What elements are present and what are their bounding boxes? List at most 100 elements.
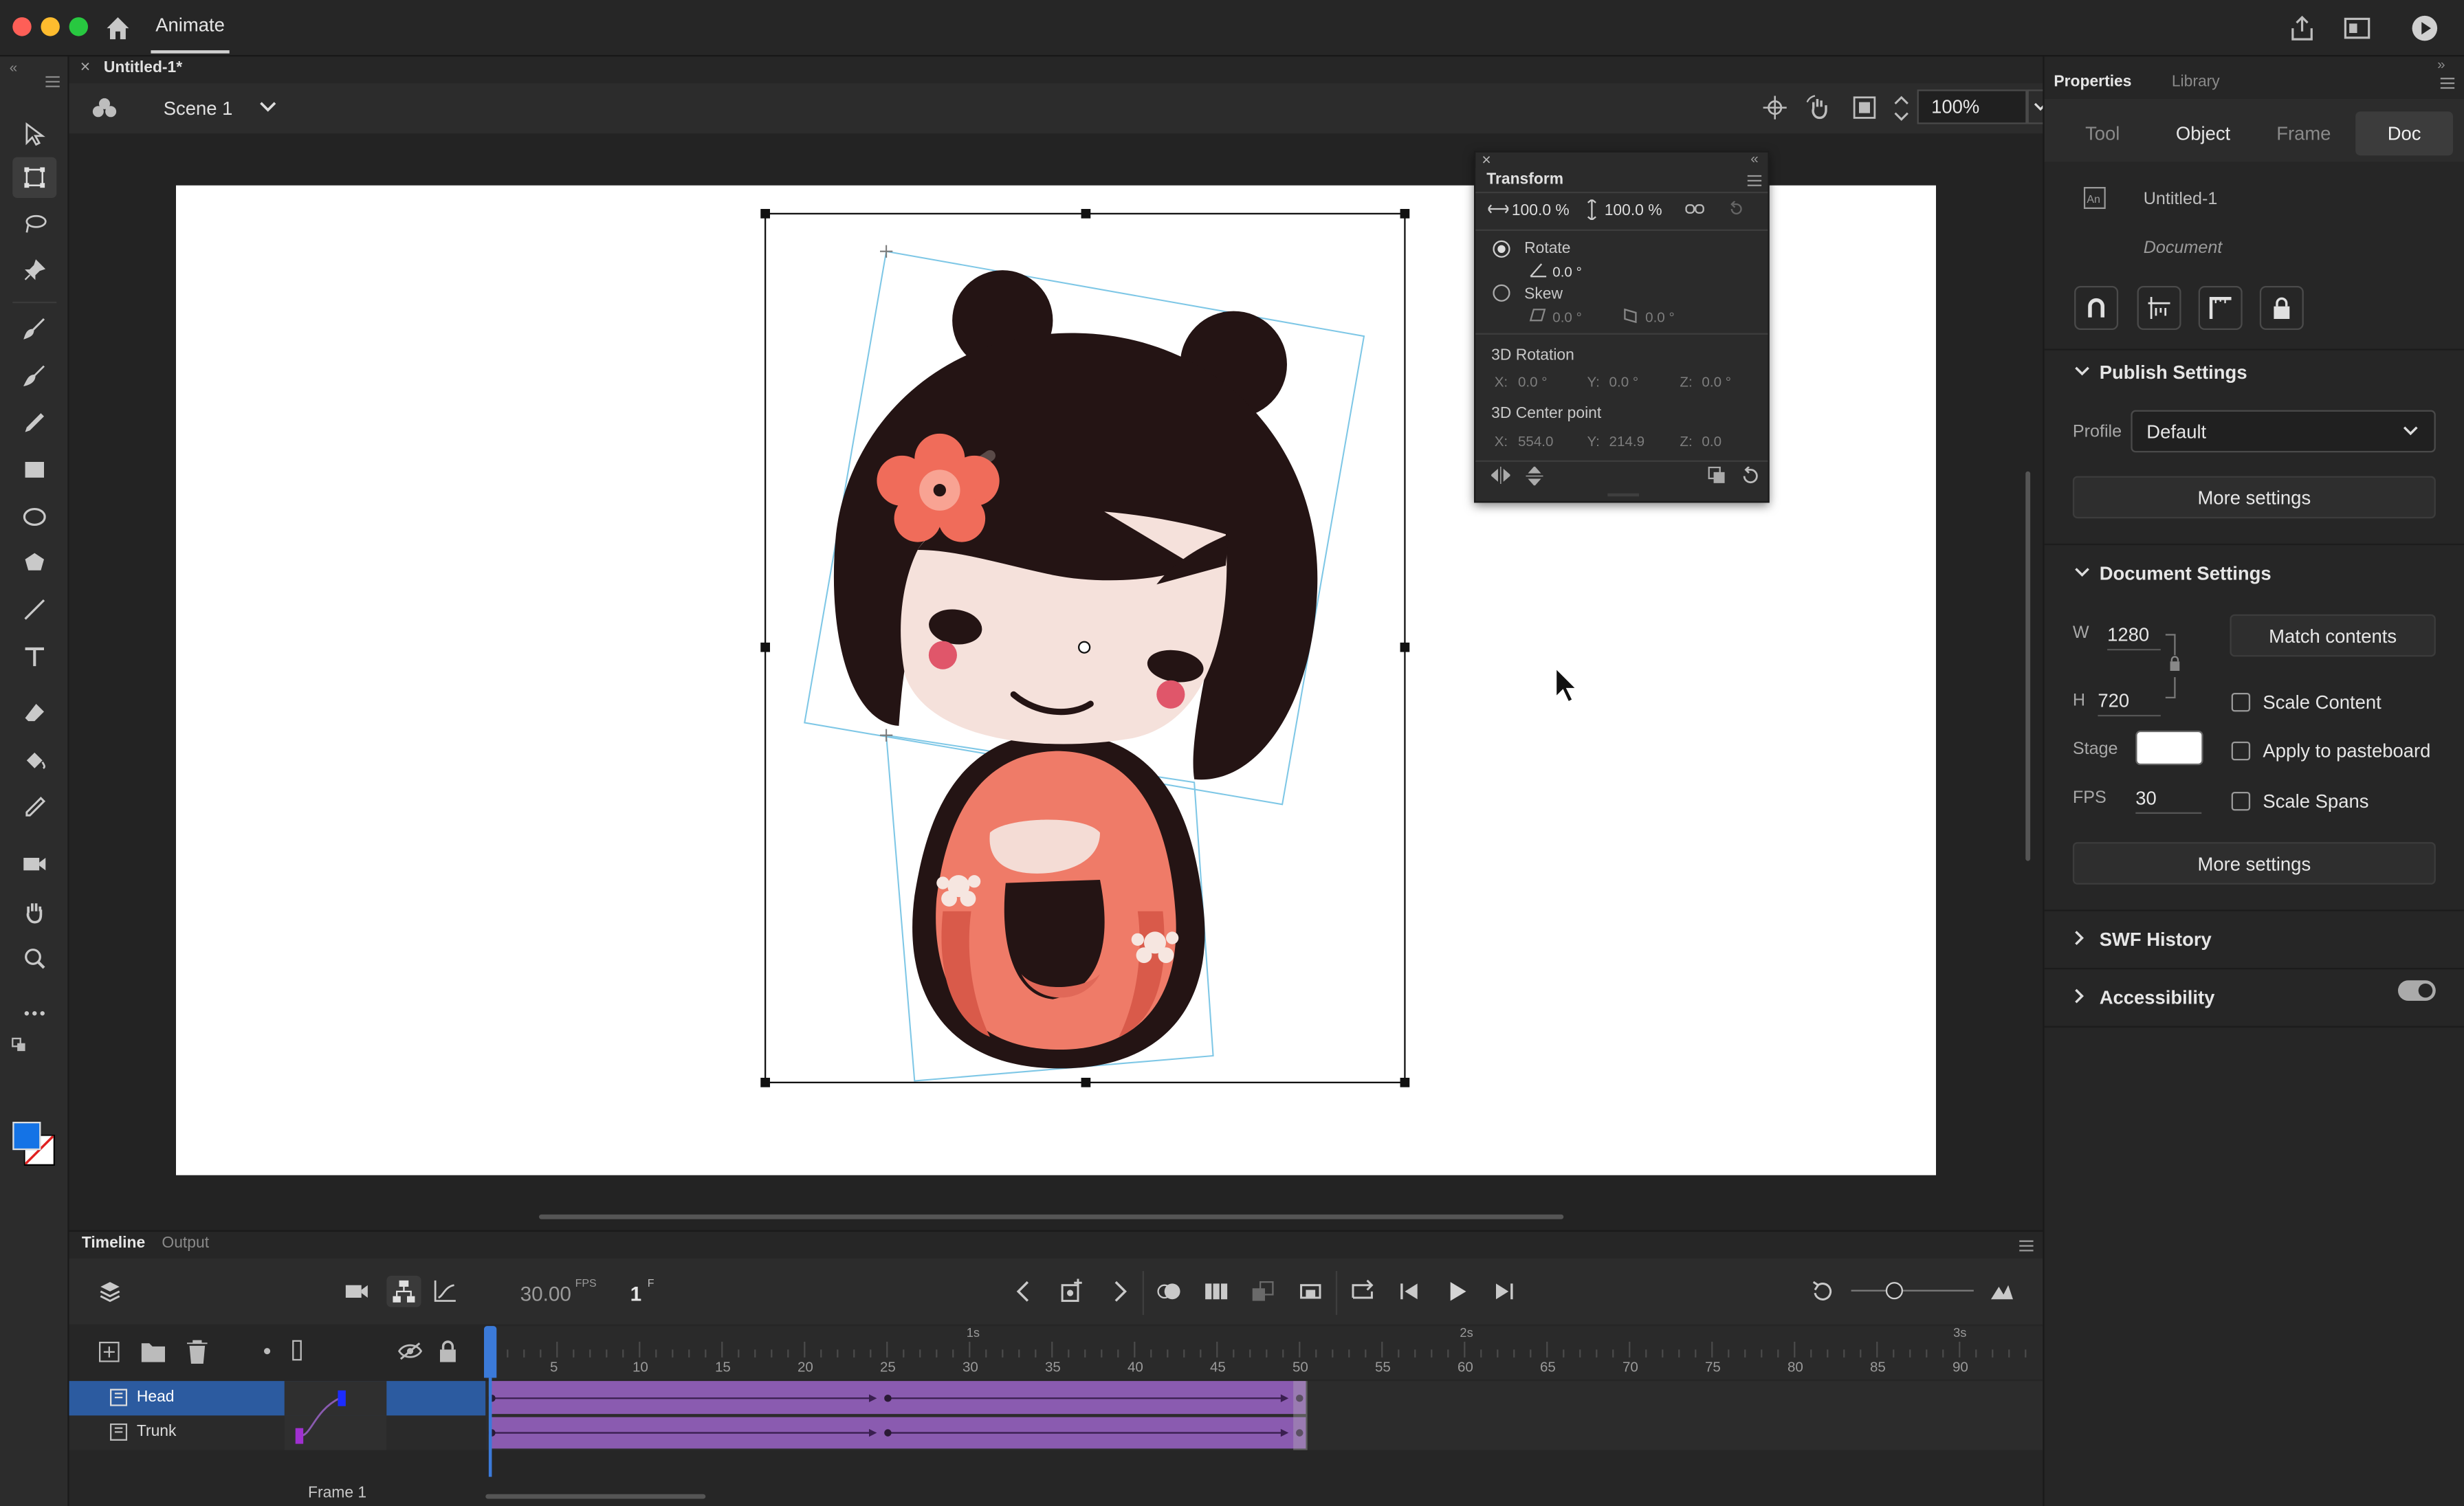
flip-horizontal-icon[interactable]: [1491, 467, 1510, 484]
stage-color-swatch[interactable]: [2135, 731, 2203, 765]
subtab-tool[interactable]: Tool: [2054, 111, 2151, 155]
tab-output[interactable]: Output: [162, 1235, 209, 1252]
rectangle-tool-icon[interactable]: [12, 450, 56, 490]
scene-name[interactable]: Scene 1: [164, 98, 233, 120]
timeline-scrollbar[interactable]: [485, 1494, 705, 1499]
width-input[interactable]: 1280: [2107, 623, 2149, 645]
profile-select[interactable]: Default: [2131, 410, 2435, 453]
document-settings-header[interactable]: Document Settings: [2100, 562, 2272, 584]
fps-input[interactable]: 30: [2135, 787, 2157, 809]
document-tab[interactable]: Untitled-1*: [104, 60, 182, 77]
snap-magnet-icon[interactable]: [2074, 286, 2118, 330]
fps-display[interactable]: 30.00: [520, 1282, 571, 1305]
next-keyframe-icon[interactable]: [1106, 1279, 1132, 1305]
frame-size-slider[interactable]: [1851, 1290, 1974, 1292]
skew-radio[interactable]: [1493, 285, 1510, 302]
rulers-guides-icon[interactable]: [2137, 286, 2181, 330]
center-3d-y-input[interactable]: 214.9: [1609, 434, 1644, 450]
polystar-tool-icon[interactable]: [12, 542, 56, 583]
camera-tool-icon[interactable]: [12, 843, 56, 884]
match-contents-button[interactable]: Match contents: [2230, 614, 2435, 657]
free-transform-tool-icon[interactable]: [12, 157, 56, 198]
reset-scale-icon[interactable]: [1728, 201, 1744, 217]
lock-layers-icon[interactable]: [439, 1340, 457, 1362]
frame-size-slider-thumb[interactable]: [1886, 1282, 1903, 1299]
create-tween-icon[interactable]: [1251, 1279, 1276, 1305]
close-document-icon[interactable]: ×: [80, 58, 91, 77]
edit-symbols-icon[interactable]: [91, 96, 118, 121]
height-scale-input[interactable]: 100.0 %: [1605, 203, 1662, 220]
subtab-doc[interactable]: Doc: [2355, 111, 2453, 155]
new-folder-icon[interactable]: [142, 1342, 165, 1362]
collapse-transform-panel-icon[interactable]: «: [1750, 151, 1758, 166]
hide-layers-icon[interactable]: [397, 1342, 423, 1360]
fluid-brush-tool-icon[interactable]: [12, 308, 56, 348]
paint-bucket-tool-icon[interactable]: [12, 740, 56, 781]
profile-dropdown-chevron-icon[interactable]: [2403, 425, 2419, 436]
rotate-radio[interactable]: [1493, 241, 1510, 258]
brush-tool-icon[interactable]: [12, 355, 56, 396]
panel-resize-grip[interactable]: [1607, 494, 1639, 497]
insert-keyframe-icon[interactable]: [1059, 1279, 1085, 1305]
document-settings-chevron-icon[interactable]: [2074, 566, 2090, 578]
delete-layer-icon[interactable]: [187, 1340, 208, 1364]
zoom-tool-icon[interactable]: [12, 938, 56, 979]
layers-icon[interactable]: [98, 1279, 123, 1305]
document-more-settings-button[interactable]: More settings: [2073, 842, 2436, 885]
lasso-tool-icon[interactable]: [12, 204, 56, 245]
tab-properties[interactable]: Properties: [2054, 74, 2131, 91]
collapse-panel-icon[interactable]: «: [10, 60, 17, 76]
workspace-layout-icon[interactable]: [2343, 16, 2371, 41]
constrain-link-icon[interactable]: [1684, 201, 1705, 217]
loop-playback-icon[interactable]: [1350, 1279, 1375, 1305]
outline-layers-icon[interactable]: [292, 1340, 302, 1361]
oval-tool-icon[interactable]: [12, 496, 56, 537]
rotation-3d-y-input[interactable]: 0.0 °: [1609, 374, 1639, 390]
duplicate-transform-icon[interactable]: [1708, 467, 1726, 484]
graph-editor-icon[interactable]: [432, 1279, 458, 1305]
swf-history-header[interactable]: SWF History: [2100, 929, 2212, 951]
clip-content-icon[interactable]: [1853, 96, 1876, 119]
accessibility-header[interactable]: Accessibility: [2100, 986, 2215, 1008]
layer-row-trunk[interactable]: [69, 1415, 486, 1450]
previous-keyframe-icon[interactable]: [1012, 1279, 1037, 1305]
publish-settings-chevron-icon[interactable]: [2074, 364, 2090, 377]
rotation-3d-x-input[interactable]: 0.0 °: [1518, 374, 1548, 390]
tab-library[interactable]: Library: [2172, 74, 2220, 91]
fit-timeline-icon[interactable]: [1990, 1279, 2015, 1305]
pencil-tool-icon[interactable]: [12, 402, 56, 443]
fill-color-swatch[interactable]: [12, 1122, 41, 1150]
step-back-icon[interactable]: [1397, 1279, 1422, 1305]
insert-blank-keyframe-icon[interactable]: [1298, 1279, 1323, 1305]
width-scale-input[interactable]: 100.0 %: [1512, 203, 1570, 220]
share-icon[interactable]: [2288, 14, 2316, 43]
layer-name-head[interactable]: Head: [137, 1389, 175, 1406]
publish-more-settings-button[interactable]: More settings: [2073, 476, 2436, 519]
selection-tool-icon[interactable]: [12, 113, 56, 154]
center-3d-x-input[interactable]: 554.0: [1518, 434, 1553, 450]
zoom-input[interactable]: 100%: [1917, 89, 2027, 124]
new-layer-icon[interactable]: [99, 1342, 120, 1362]
eyedropper-tool-icon[interactable]: [12, 787, 56, 828]
center-3d-z-input[interactable]: 0.0: [1702, 434, 1722, 450]
rotate-stage-icon[interactable]: [1805, 94, 1832, 121]
layer-parenting-icon[interactable]: [386, 1276, 421, 1307]
pin-tool-icon[interactable]: [12, 250, 56, 290]
scene-dropdown-chevron-icon[interactable]: [259, 100, 276, 113]
publish-settings-header[interactable]: Publish Settings: [2100, 362, 2247, 384]
apply-to-pasteboard-checkbox[interactable]: [2232, 742, 2250, 760]
line-tool-icon[interactable]: [12, 589, 56, 630]
eraser-tool-icon[interactable]: [12, 693, 56, 733]
zoom-stepper-icon[interactable]: [1893, 93, 1909, 124]
close-transform-panel-icon[interactable]: ×: [1482, 153, 1490, 170]
minimize-window-button[interactable]: [41, 17, 59, 36]
vertical-scrollbar[interactable]: [2025, 472, 2030, 861]
swap-colors-icon[interactable]: [11, 1037, 30, 1056]
rotate-value-input[interactable]: 0.0 °: [1552, 264, 1582, 280]
skew-x-input[interactable]: 0.0 °: [1552, 309, 1582, 325]
center-frame-icon[interactable]: [1810, 1279, 1836, 1305]
accessibility-chevron-icon[interactable]: [2073, 988, 2085, 1004]
flip-vertical-icon[interactable]: [1526, 467, 1543, 485]
maximize-window-button[interactable]: [69, 17, 88, 36]
panel-menu-icon[interactable]: [45, 76, 60, 88]
